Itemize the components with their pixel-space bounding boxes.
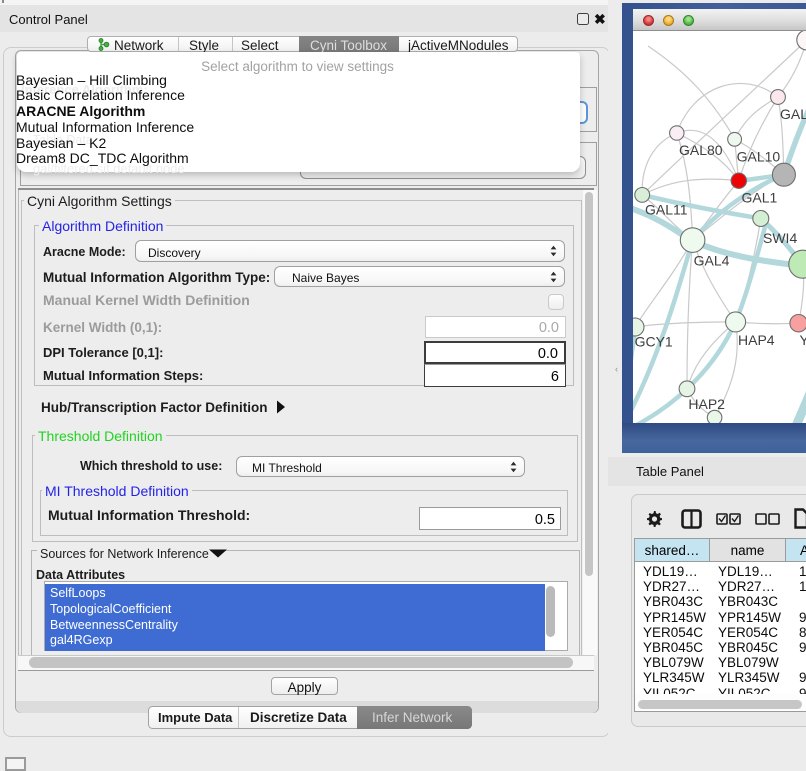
svg-text:GAL7: GAL7	[780, 106, 806, 122]
svg-text:GAL4: GAL4	[694, 253, 730, 269]
svg-text:GAL1: GAL1	[742, 190, 778, 206]
svg-text:HAP2: HAP2	[688, 396, 725, 412]
svg-text:GAL10: GAL10	[737, 149, 781, 165]
svg-text:GAL80: GAL80	[679, 142, 723, 158]
svg-text:HAP4: HAP4	[738, 332, 775, 348]
svg-text:Y: Y	[800, 332, 806, 348]
svg-text:GAL11: GAL11	[645, 202, 688, 218]
svg-text:GCY1: GCY1	[635, 334, 673, 350]
svg-text:SWI4: SWI4	[763, 230, 797, 246]
